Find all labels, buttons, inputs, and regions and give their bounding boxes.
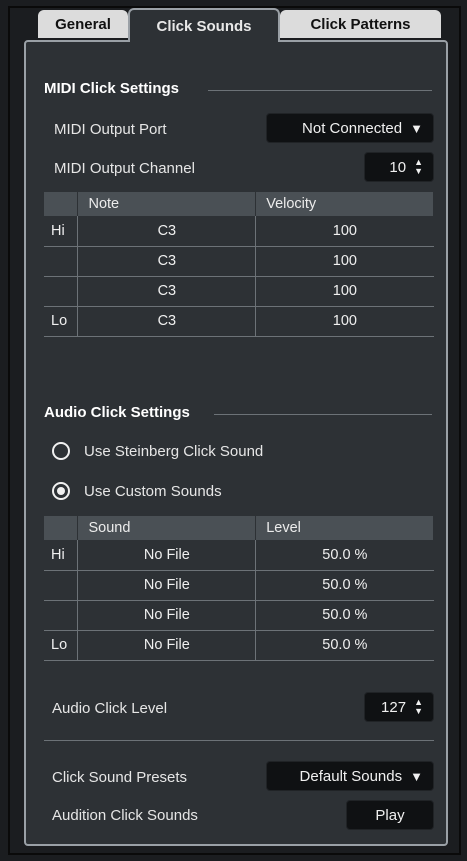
table-row: C3 100 — [44, 246, 434, 277]
row-label: Hi — [44, 540, 79, 571]
velocity-cell[interactable]: 100 — [255, 276, 434, 307]
velocity-cell[interactable]: 100 — [255, 216, 434, 247]
table-row: Lo No File 50.0 % — [44, 630, 434, 661]
sound-cell[interactable]: No File — [77, 570, 257, 601]
play-button[interactable]: Play — [346, 800, 434, 830]
row-label: Hi — [44, 216, 79, 247]
note-cell[interactable]: C3 — [77, 246, 257, 277]
row-label: Lo — [44, 306, 79, 337]
radio-steinberg-click[interactable]: Use Steinberg Click Sound — [52, 442, 263, 460]
sound-cell[interactable]: No File — [77, 600, 257, 631]
chevron-down-icon: ▼ — [410, 768, 423, 784]
table-header-row: Note Velocity — [44, 192, 434, 216]
midi-output-channel-label: MIDI Output Channel — [54, 160, 195, 177]
note-cell[interactable]: C3 — [77, 276, 257, 307]
radio-steinberg-label: Use Steinberg Click Sound — [84, 442, 264, 460]
table-row: No File 50.0 % — [44, 600, 434, 631]
row-label — [44, 246, 79, 277]
level-cell[interactable]: 50.0 % — [255, 570, 434, 601]
level-cell[interactable]: 50.0 % — [255, 540, 434, 571]
click-sounds-panel: MIDI Click Settings MIDI Output Port Not… — [24, 40, 448, 846]
level-cell[interactable]: 50.0 % — [255, 600, 434, 631]
sound-cell[interactable]: No File — [77, 540, 257, 571]
tab-click-patterns[interactable]: Click Patterns — [280, 10, 441, 38]
table-row: Hi No File 50.0 % — [44, 540, 434, 571]
audio-click-level-stepper[interactable]: 127 ▲ ▼ — [364, 692, 434, 722]
midi-output-port-value: Not Connected — [302, 119, 403, 137]
table-row: C3 100 — [44, 276, 434, 307]
table-row: Hi C3 100 — [44, 216, 434, 247]
table-header-cell: Level — [255, 516, 434, 540]
row-label — [44, 276, 79, 307]
midi-note-table: Note Velocity Hi C3 100 C3 100 C3 100 Lo… — [44, 192, 434, 337]
chevron-down-icon: ▼ — [410, 120, 423, 136]
sound-cell[interactable]: No File — [77, 630, 257, 661]
note-cell[interactable]: C3 — [77, 306, 257, 337]
note-cell[interactable]: C3 — [77, 216, 257, 247]
table-header-cell — [44, 516, 79, 540]
radio-unchecked-icon[interactable] — [52, 442, 70, 460]
table-header-cell: Note — [77, 192, 257, 216]
audio-sound-table: Sound Level Hi No File 50.0 % No File 50… — [44, 516, 434, 661]
radio-custom-label: Use Custom Sounds — [84, 482, 222, 500]
radio-checked-icon[interactable] — [52, 482, 70, 500]
table-header-cell — [44, 192, 79, 216]
tab-click-sounds[interactable]: Click Sounds — [128, 8, 280, 42]
midi-output-port-dropdown[interactable]: Not Connected ▼ — [266, 113, 434, 143]
click-sound-presets-value: Default Sounds — [299, 767, 403, 785]
table-row: No File 50.0 % — [44, 570, 434, 601]
row-label: Lo — [44, 630, 79, 661]
stepper-arrows-icon[interactable]: ▲ ▼ — [414, 698, 423, 716]
table-row: Lo C3 100 — [44, 306, 434, 337]
audio-click-level-value: 127 — [381, 698, 407, 716]
audition-click-sounds-label: Audition Click Sounds — [52, 807, 198, 824]
velocity-cell[interactable]: 100 — [255, 306, 434, 337]
stepper-arrows-icon[interactable]: ▲ ▼ — [414, 158, 423, 176]
table-header-cell: Velocity — [255, 192, 434, 216]
midi-output-channel-stepper[interactable]: 10 ▲ ▼ — [364, 152, 434, 182]
audio-section-title: Audio Click Settings — [44, 404, 190, 421]
level-cell[interactable]: 50.0 % — [255, 630, 434, 661]
velocity-cell[interactable]: 100 — [255, 246, 434, 277]
table-header-cell: Sound — [77, 516, 257, 540]
midi-output-channel-value: 10 — [389, 158, 407, 176]
midi-output-port-label: MIDI Output Port — [54, 121, 167, 138]
tab-general[interactable]: General — [38, 10, 128, 38]
click-sound-presets-dropdown[interactable]: Default Sounds ▼ — [266, 761, 434, 791]
row-label — [44, 600, 79, 631]
midi-section-title: MIDI Click Settings — [44, 80, 180, 97]
row-label — [44, 570, 79, 601]
radio-custom-sounds[interactable]: Use Custom Sounds — [52, 482, 222, 500]
table-header-row: Sound Level — [44, 516, 434, 540]
presets-divider — [44, 740, 434, 741]
audio-click-level-label: Audio Click Level — [52, 700, 168, 717]
click-sound-presets-label: Click Sound Presets — [52, 769, 188, 786]
audio-section-divider — [214, 414, 432, 415]
midi-section-divider — [208, 90, 432, 91]
